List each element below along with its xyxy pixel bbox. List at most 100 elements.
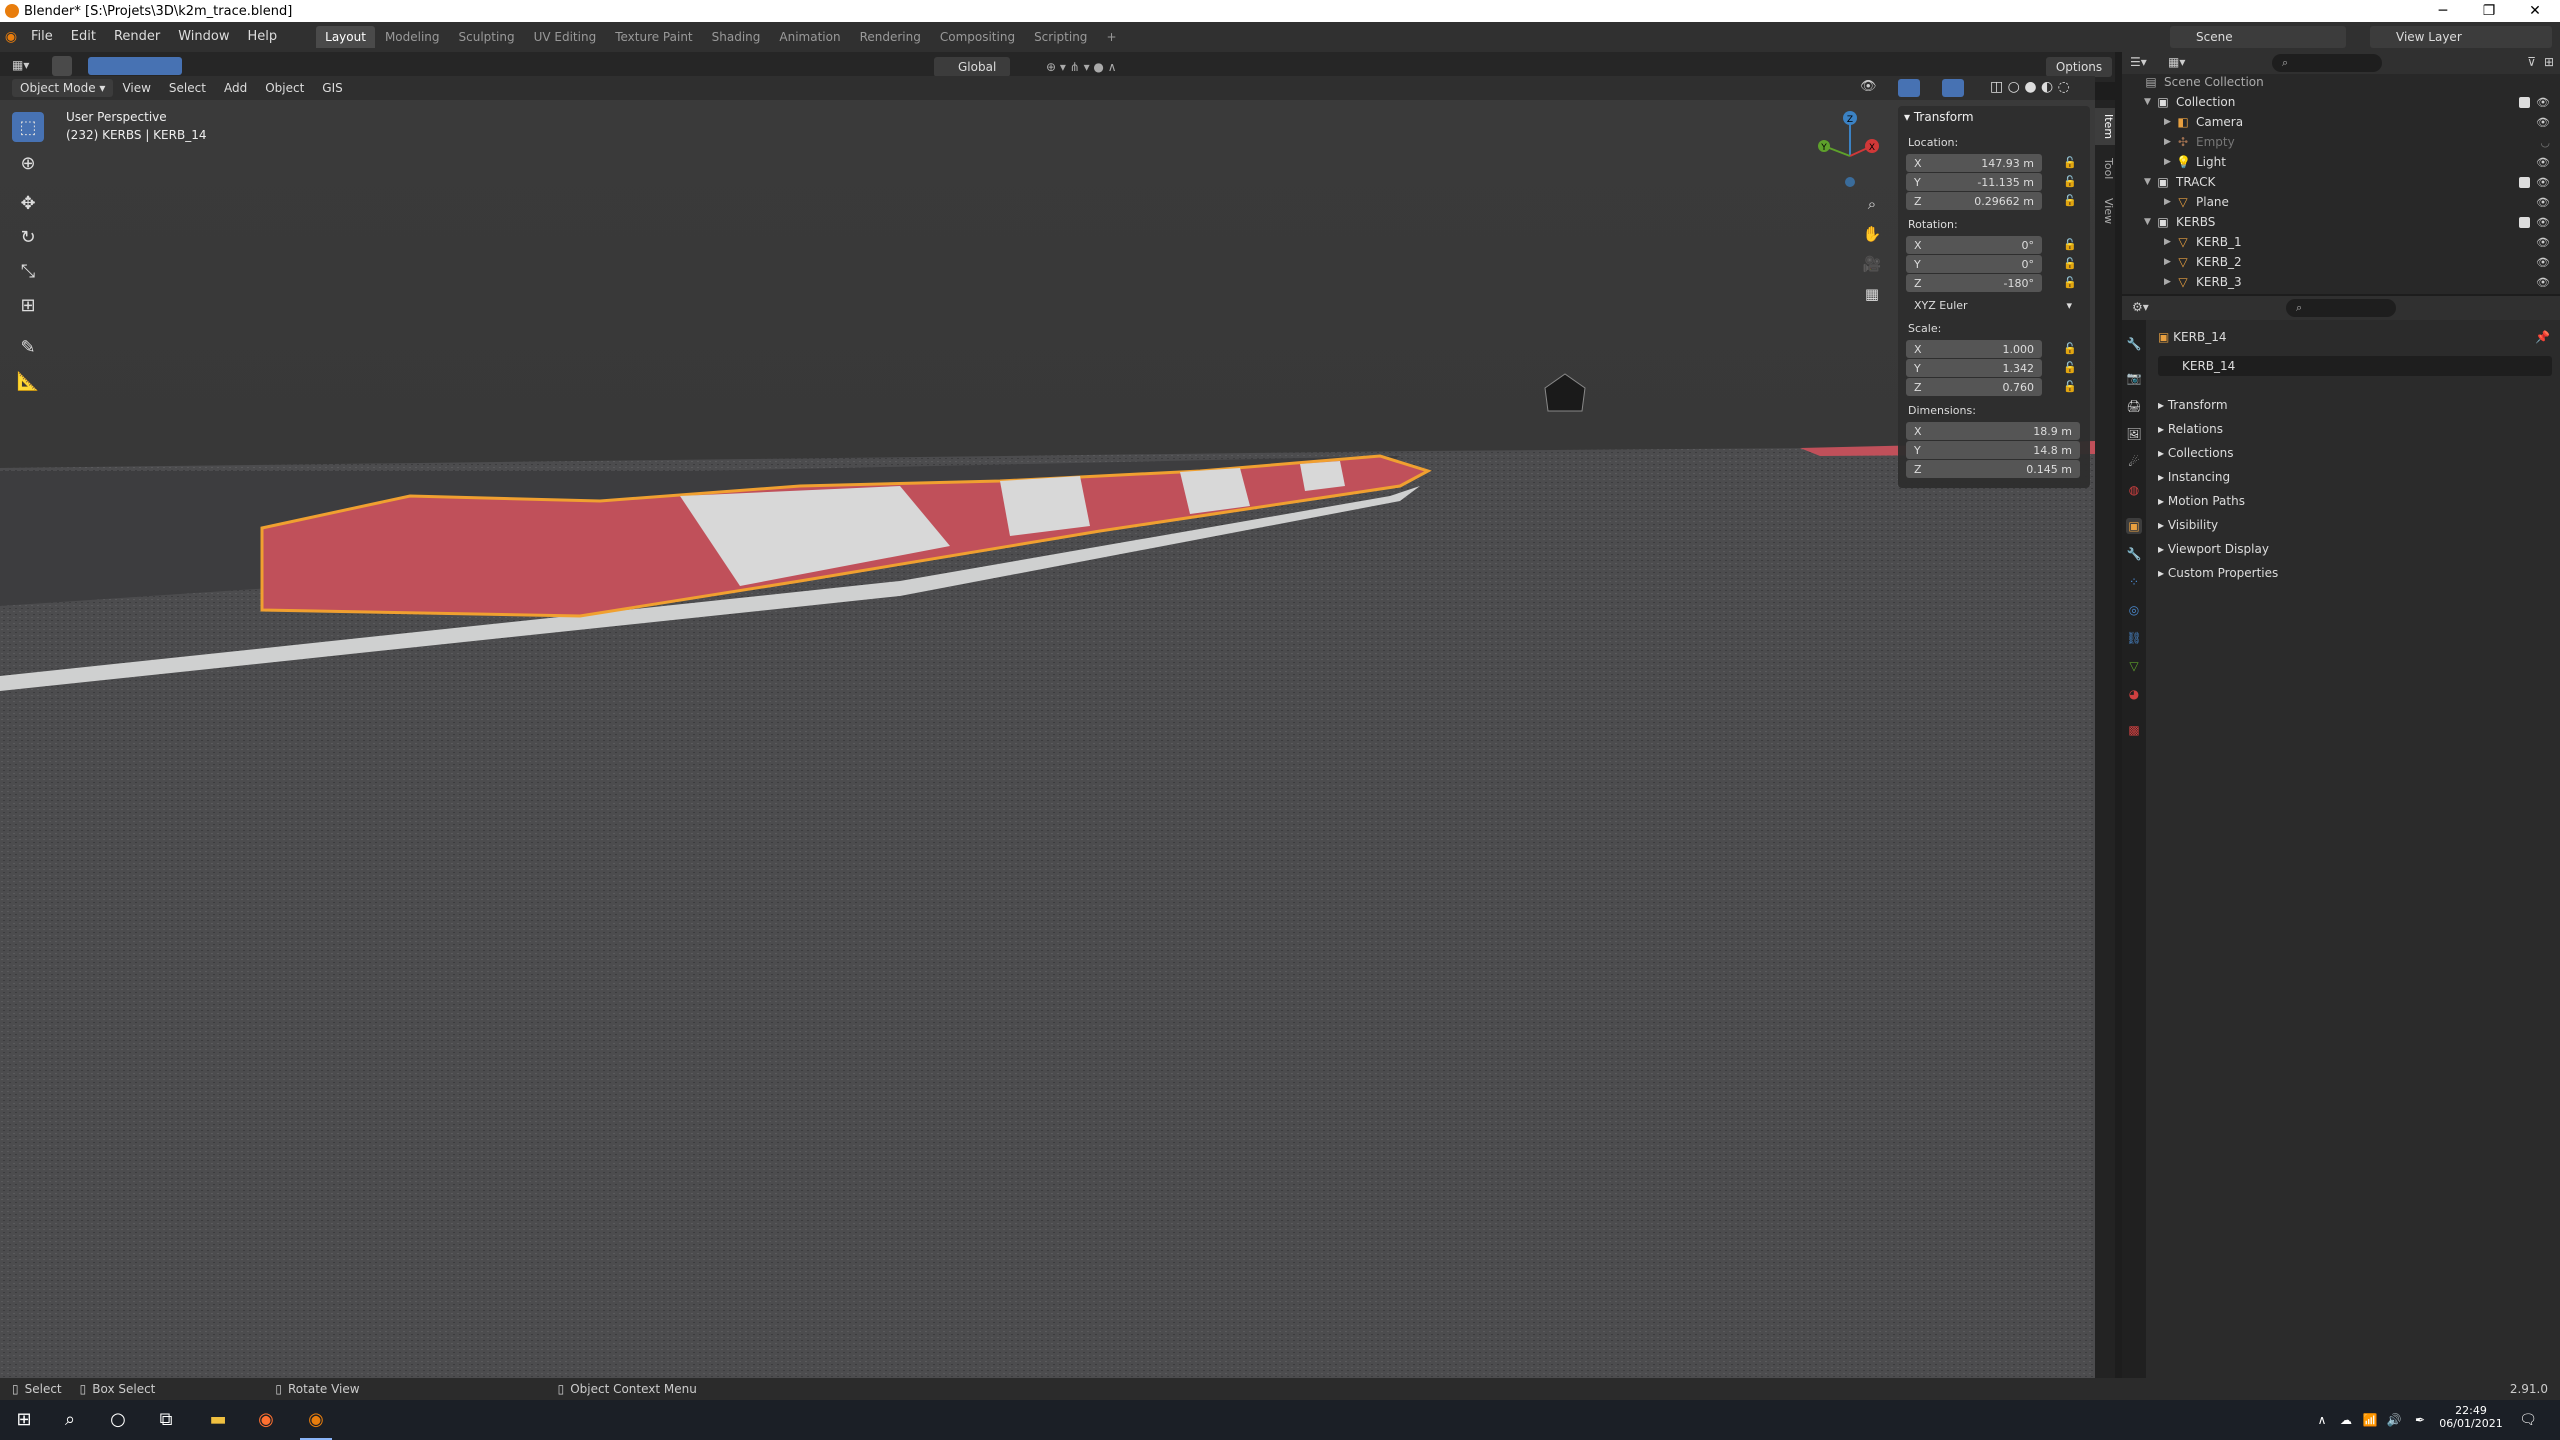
new-collection-icon[interactable]: ⊞ — [2544, 55, 2554, 69]
section-transform[interactable]: ▸ Transform — [2158, 398, 2228, 412]
windows-start-icon[interactable]: ⊞ — [12, 1408, 36, 1432]
eye-icon[interactable]: 👁 — [2536, 96, 2550, 109]
tab-item[interactable]: Item — [2095, 108, 2115, 146]
rotation-x-field[interactable]: X 0° — [1906, 236, 2042, 254]
dimensions-z-field[interactable]: Z 0.145 m — [1906, 460, 2080, 478]
select-tool-icon[interactable] — [52, 56, 72, 76]
rotation-mode-dropdown[interactable]: XYZ Euler ▾ — [1906, 296, 2080, 314]
scale-x-field[interactable]: X 1.000 — [1906, 340, 2042, 358]
options-dropdown[interactable]: Options — [2046, 57, 2112, 77]
task-view-icon[interactable]: ⧉ — [154, 1408, 178, 1432]
editor-type-icon[interactable]: ▦▾ — [12, 58, 36, 76]
add-workspace-button[interactable]: + — [1097, 26, 1125, 48]
location-z-field[interactable]: Z 0.29662 m — [1906, 192, 2042, 210]
data-tab-icon[interactable]: ▽ — [2126, 658, 2142, 674]
area-divider[interactable] — [2115, 52, 2122, 1378]
gizmo-toggle-icon[interactable] — [1898, 79, 1920, 97]
physics-tab-icon[interactable]: ◎ — [2126, 602, 2142, 618]
outliner-row-empty[interactable]: ▶ ✣ Empty ◡ — [2122, 132, 2560, 152]
camera-view-icon[interactable]: 🎥 — [1860, 252, 1884, 276]
eye-icon[interactable]: 👁 — [2536, 116, 2550, 129]
outliner-row-kerbs[interactable]: ▼ ▣ KERBS 👁 — [2122, 212, 2560, 232]
view-layer-selector[interactable]: View Layer — [2370, 26, 2552, 48]
eye-icon[interactable]: 👁 — [2536, 156, 2550, 169]
section-viewport-display[interactable]: ▸ Viewport Display — [2158, 542, 2269, 556]
eye-icon[interactable]: 👁 — [2536, 176, 2550, 189]
vp-menu-object[interactable]: Object — [256, 81, 313, 95]
cursor-tool-icon[interactable]: ⊕ — [12, 148, 44, 178]
menu-edit[interactable]: Edit — [62, 22, 105, 52]
workspace-tab-rendering[interactable]: Rendering — [851, 26, 930, 48]
network-icon[interactable]: 📶 — [2358, 1408, 2382, 1432]
exclude-checkbox[interactable] — [2519, 96, 2530, 108]
outliner-search-input[interactable]: ⌕ — [2272, 54, 2382, 72]
properties-search-input[interactable]: ⌕ — [2286, 299, 2396, 317]
workspace-tab-modeling[interactable]: Modeling — [376, 26, 449, 48]
filter-icon[interactable]: ⊽ — [2527, 55, 2536, 69]
firefox-icon[interactable]: ◉ — [254, 1408, 278, 1432]
annotate-tool-icon[interactable]: ✎ — [12, 332, 44, 362]
shading-mode-icons[interactable]: ◫ ○ ● ◐ ◌ — [1990, 79, 2070, 95]
modifier-tab-icon[interactable]: 🔧 — [2126, 546, 2142, 562]
scale-tool-icon[interactable]: ⤡ — [12, 256, 44, 286]
eye-closed-icon[interactable]: ◡ — [2540, 136, 2550, 149]
rotation-z-field[interactable]: Z -180° — [1906, 274, 2042, 292]
eye-icon[interactable]: 👁 — [2536, 236, 2550, 249]
render-tab-icon[interactable]: 📷 — [2126, 370, 2142, 386]
blender-taskbar-icon[interactable]: ◉ — [304, 1408, 328, 1432]
location-y-field[interactable]: Y -11.135 m — [1906, 173, 2042, 191]
measure-tool-icon[interactable]: 📐 — [12, 366, 44, 396]
outliner-row-track[interactable]: ▼ ▣ TRACK 👁 — [2122, 172, 2560, 192]
tab-tool[interactable]: Tool — [2095, 152, 2115, 185]
workspace-tab-animation[interactable]: Animation — [770, 26, 849, 48]
lock-icon[interactable]: 🔓 — [2063, 276, 2077, 289]
workspace-tab-shading[interactable]: Shading — [703, 26, 770, 48]
pan-hand-icon[interactable]: ✋ — [1860, 222, 1884, 246]
eye-icon[interactable]: 👁 — [2536, 256, 2550, 269]
expand-arrow-icon[interactable]: ▼ — [2144, 97, 2156, 107]
lock-icon[interactable]: 🔓 — [2063, 156, 2077, 169]
lock-icon[interactable]: 🔓 — [2063, 257, 2077, 270]
workspace-tab-scripting[interactable]: Scripting — [1025, 26, 1096, 48]
workspace-tab-layout[interactable]: Layout — [316, 26, 375, 48]
lock-icon[interactable]: 🔓 — [2063, 194, 2077, 207]
outliner-row-collection[interactable]: ▼ ▣ Collection 👁 — [2122, 92, 2560, 112]
lock-icon[interactable]: 🔓 — [2063, 238, 2077, 251]
location-x-field[interactable]: X 147.93 m — [1906, 154, 2042, 172]
notifications-icon[interactable]: 🗨 — [2516, 1408, 2540, 1432]
transform-orientation-dropdown[interactable]: Global — [934, 57, 1010, 77]
expand-arrow-icon[interactable]: ▶ — [2164, 237, 2176, 247]
rotation-y-field[interactable]: Y 0° — [1906, 255, 2042, 273]
zoom-icon[interactable]: ⌕ — [1860, 192, 1884, 216]
object-datablock-field[interactable]: KERB_14 — [2158, 356, 2552, 376]
expand-arrow-icon[interactable]: ▶ — [2164, 197, 2176, 207]
workspace-tab-uv-editing[interactable]: UV Editing — [525, 26, 606, 48]
properties-editor-type-icon[interactable]: ⚙▾ — [2132, 300, 2149, 314]
outliner-row-plane[interactable]: ▶ ▽ Plane 👁 — [2122, 192, 2560, 212]
lock-icon[interactable]: 🔓 — [2063, 342, 2077, 355]
blender-menu-icon[interactable]: ◉ — [0, 22, 22, 52]
outliner-row-kerb-3[interactable]: ▶ ▽ KERB_3 👁 — [2122, 272, 2560, 292]
restore-button[interactable]: ❐ — [2466, 0, 2512, 22]
clock[interactable]: 22:49 06/01/2021 — [2436, 1404, 2506, 1430]
dimensions-x-field[interactable]: X 18.9 m — [1906, 422, 2080, 440]
snapping-controls[interactable]: ⊕ ▾ ⋔ ▾ ● ∧ — [1046, 57, 1156, 77]
section-relations[interactable]: ▸ Relations — [2158, 422, 2223, 436]
eye-icon[interactable]: 👁 — [2536, 276, 2550, 289]
section-visibility[interactable]: ▸ Visibility — [2158, 518, 2218, 532]
expand-arrow-icon[interactable]: ▶ — [2164, 157, 2176, 167]
lock-icon[interactable]: 🔓 — [2063, 361, 2077, 374]
outliner-editor-type-icon[interactable]: ☰▾ — [2130, 55, 2147, 69]
section-motion-paths[interactable]: ▸ Motion Paths — [2158, 494, 2245, 508]
expand-arrow-icon[interactable]: ▶ — [2164, 257, 2176, 267]
3d-viewport[interactable]: Object Mode ▾ View Select Add Object GIS… — [0, 76, 2095, 1378]
lock-icon[interactable]: 🔓 — [2063, 175, 2077, 188]
exclude-checkbox[interactable] — [2519, 216, 2530, 228]
search-icon[interactable]: ⌕ — [58, 1408, 82, 1432]
scene-selector[interactable]: Scene — [2170, 26, 2346, 48]
tray-chevron-icon[interactable]: ∧ — [2310, 1408, 2334, 1432]
transform-tool-icon[interactable]: ⊞ — [12, 290, 44, 320]
workspace-tab-texture-paint[interactable]: Texture Paint — [606, 26, 701, 48]
outliner-row-kerb-1[interactable]: ▶ ▽ KERB_1 👁 — [2122, 232, 2560, 252]
workspace-tab-sculpting[interactable]: Sculpting — [450, 26, 524, 48]
